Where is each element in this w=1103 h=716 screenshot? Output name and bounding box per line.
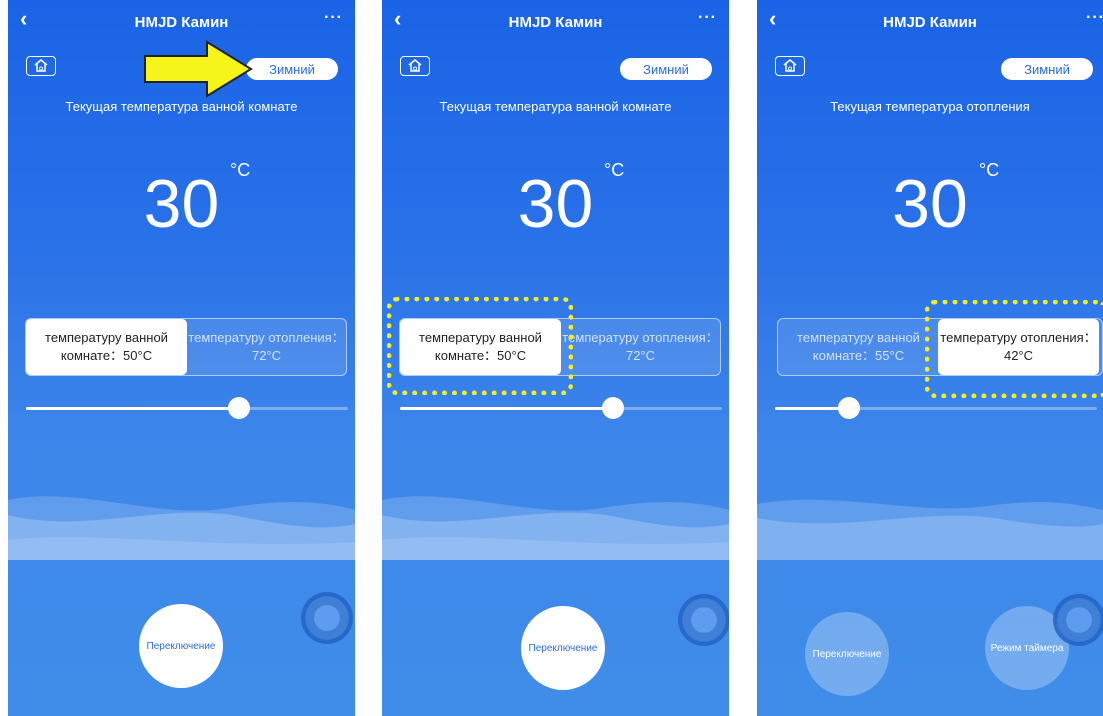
current-temp-value: 30 xyxy=(517,166,594,242)
option-bathroom-temp[interactable]: температуру ванной комнате：50°C xyxy=(26,319,187,375)
switch-button[interactable]: Переключение xyxy=(805,612,889,696)
home-icon[interactable] xyxy=(26,56,56,76)
temp-slider[interactable] xyxy=(400,397,722,419)
arrow-annotation-icon xyxy=(144,40,253,98)
more-icon[interactable]: ··· xyxy=(698,9,717,27)
phone-screen-2: ‹ HMJD Камин ··· Зимний Текущая температ… xyxy=(382,0,729,716)
season-mode-button[interactable]: Зимний xyxy=(620,58,712,80)
current-temp-label: Текущая температура ванной комнате xyxy=(65,99,298,114)
temp-unit: °C xyxy=(604,160,625,180)
slider-thumb[interactable] xyxy=(838,397,861,419)
home-icon[interactable] xyxy=(775,56,805,76)
season-mode-button[interactable]: Зимний xyxy=(246,58,338,80)
switch-button[interactable]: Переключение xyxy=(521,606,605,690)
slider-fill xyxy=(26,407,239,410)
current-temp-value: 30 xyxy=(143,166,220,242)
slider-fill xyxy=(400,407,613,410)
slider-thumb[interactable] xyxy=(227,397,250,419)
option-heating-temp[interactable]: температуру отопления：72°C xyxy=(186,319,347,375)
wave-decoration xyxy=(382,496,729,560)
current-temp-label: Текущая температура ванной комнате xyxy=(439,99,672,114)
more-icon[interactable]: ··· xyxy=(324,9,343,27)
temp-slider[interactable] xyxy=(775,397,1097,419)
more-icon[interactable]: ··· xyxy=(1086,9,1103,27)
slider-thumb[interactable] xyxy=(601,397,624,419)
floating-action-button[interactable] xyxy=(678,594,729,646)
app-title: HMJD Камин xyxy=(134,14,229,31)
temp-unit: °C xyxy=(230,160,251,180)
wave-decoration xyxy=(8,496,355,560)
temp-slider[interactable] xyxy=(26,397,348,419)
option-bathroom-temp[interactable]: температуру ванной комнате：55°C xyxy=(778,319,939,375)
target-segment-control: температуру ванной комнате：50°C температ… xyxy=(25,318,347,376)
highlight-annotation xyxy=(387,297,573,395)
season-mode-button[interactable]: Зимний xyxy=(1001,58,1093,80)
option-heating-temp[interactable]: температуру отопления：72°C xyxy=(560,319,721,375)
phone-screen-1: ‹ HMJD Камин ··· Зимний Текущая температ… xyxy=(8,0,355,716)
phone-screen-3: ‹ HMJD Камин ··· Зимний Текущая температ… xyxy=(757,0,1103,716)
home-icon[interactable] xyxy=(400,56,430,76)
app-title: HMJD Камин xyxy=(508,14,603,31)
temp-unit: °C xyxy=(979,160,1000,180)
floating-action-button[interactable] xyxy=(301,592,353,644)
wave-decoration xyxy=(757,499,1103,560)
current-temp-label: Текущая температура отопления xyxy=(830,99,1030,114)
switch-button[interactable]: Переключение xyxy=(139,604,223,688)
app-title: HMJD Камин xyxy=(883,14,977,31)
current-temp-value: 30 xyxy=(892,166,968,242)
floating-action-button[interactable] xyxy=(1053,594,1103,646)
highlight-annotation xyxy=(925,300,1103,398)
